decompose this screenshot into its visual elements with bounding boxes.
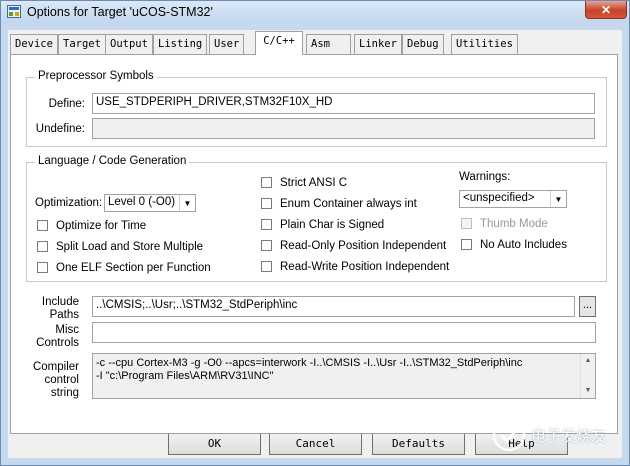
chevron-down-icon[interactable]: ▼ <box>550 191 566 207</box>
tab-device[interactable]: Device <box>10 34 58 54</box>
plain-char-signed-checkbox[interactable]: Plain Char is Signed <box>261 219 384 233</box>
codegen-group: Language / Code Generation Optimization:… <box>26 155 607 282</box>
warnings-select[interactable]: <unspecified> ▼ <box>459 190 567 208</box>
cc-tab-panel: Preprocessor Symbols Define: USE_STDPERI… <box>10 54 618 434</box>
checkbox-box <box>461 218 472 229</box>
include-paths-browse-button[interactable]: ... <box>579 296 596 317</box>
define-input[interactable]: USE_STDPERIPH_DRIVER,STM32F10X_HD <box>92 93 595 114</box>
compiler-scrollbar[interactable]: ▲ ▼ <box>580 354 595 398</box>
tab-c-cpp[interactable]: C/C++ <box>255 31 303 55</box>
tab-user[interactable]: User <box>209 34 245 54</box>
close-button[interactable]: ✕ <box>585 1 627 19</box>
thumb-mode-checkbox: Thumb Mode <box>461 218 548 232</box>
checkbox-box[interactable] <box>261 261 272 272</box>
preprocessor-group: Preprocessor Symbols Define: USE_STDPERI… <box>26 70 607 147</box>
warnings-label: Warnings: <box>459 171 511 183</box>
optimize-for-time-checkbox[interactable]: Optimize for Time <box>37 220 146 234</box>
tab-target[interactable]: Target <box>58 34 106 54</box>
cancel-button[interactable]: Cancel <box>269 433 362 455</box>
checkbox-box[interactable] <box>37 220 48 231</box>
window-title: Options for Target 'uCOS-STM32' <box>27 5 213 19</box>
undefine-input[interactable] <box>92 118 595 139</box>
rw-position-independent-checkbox[interactable]: Read-Write Position Independent <box>261 261 449 275</box>
app-icon <box>7 5 21 18</box>
checkbox-box[interactable] <box>37 262 48 273</box>
tab-asm[interactable]: Asm <box>306 34 351 54</box>
checkbox-box[interactable] <box>261 177 272 188</box>
optimization-select[interactable]: Level 0 (-O0) ▼ <box>104 194 196 212</box>
enum-container-checkbox[interactable]: Enum Container always int <box>261 198 417 212</box>
compiler-line-1: -c --cpu Cortex-M3 -g -O0 --apcs=interwo… <box>96 357 523 369</box>
codegen-legend: Language / Code Generation <box>35 155 190 167</box>
checkbox-box[interactable] <box>461 239 472 250</box>
one-elf-section-checkbox[interactable]: One ELF Section per Function <box>37 262 211 276</box>
dialog-client: Device Target Output Listing User C/C++ … <box>8 30 622 458</box>
warnings-value: <unspecified> <box>463 192 535 204</box>
compiler-line-2: -I "c:\Program Files\ARM\RV31\INC" <box>96 370 274 382</box>
compiler-control-label: Compiler control string <box>32 361 79 399</box>
optimization-label: Optimization: <box>35 197 103 209</box>
compiler-control-string: -c --cpu Cortex-M3 -g -O0 --apcs=interwo… <box>92 353 596 399</box>
include-paths-input[interactable]: ..\CMSIS;..\Usr;..\STM32_StdPeriph\inc <box>92 296 575 317</box>
tab-listing[interactable]: Listing <box>153 34 208 54</box>
tab-linker[interactable]: Linker <box>354 34 402 54</box>
undefine-label: Undefine: <box>35 123 85 135</box>
scroll-up-icon[interactable]: ▲ <box>581 354 595 368</box>
strict-ansi-c-checkbox[interactable]: Strict ANSI C <box>261 177 347 191</box>
tab-utilities[interactable]: Utilities <box>451 34 518 54</box>
tab-output[interactable]: Output <box>105 34 153 54</box>
scroll-down-icon[interactable]: ▼ <box>581 384 595 398</box>
optimization-value: Level 0 (-O0) <box>108 196 176 208</box>
misc-controls-label: Misc Controls <box>36 324 79 349</box>
checkbox-box[interactable] <box>261 198 272 209</box>
no-auto-includes-checkbox[interactable]: No Auto Includes <box>461 239 567 253</box>
checkbox-box[interactable] <box>261 219 272 230</box>
checkbox-box[interactable] <box>261 240 272 251</box>
ro-position-independent-checkbox[interactable]: Read-Only Position Independent <box>261 240 446 254</box>
options-window: Options for Target 'uCOS-STM32' ✕ Device… <box>0 0 630 466</box>
ok-button[interactable]: OK <box>168 433 261 455</box>
include-paths-label: Include Paths <box>41 296 79 321</box>
misc-controls-input[interactable] <box>92 322 596 343</box>
split-load-store-checkbox[interactable]: Split Load and Store Multiple <box>37 241 203 255</box>
tab-debug[interactable]: Debug <box>402 34 444 54</box>
help-button[interactable]: Help <box>475 433 568 455</box>
defaults-button[interactable]: Defaults <box>372 433 465 455</box>
preprocessor-legend: Preprocessor Symbols <box>35 70 157 82</box>
title-bar[interactable]: Options for Target 'uCOS-STM32' ✕ <box>1 1 629 23</box>
checkbox-box[interactable] <box>37 241 48 252</box>
chevron-down-icon[interactable]: ▼ <box>179 195 195 211</box>
define-label: Define: <box>48 98 85 110</box>
